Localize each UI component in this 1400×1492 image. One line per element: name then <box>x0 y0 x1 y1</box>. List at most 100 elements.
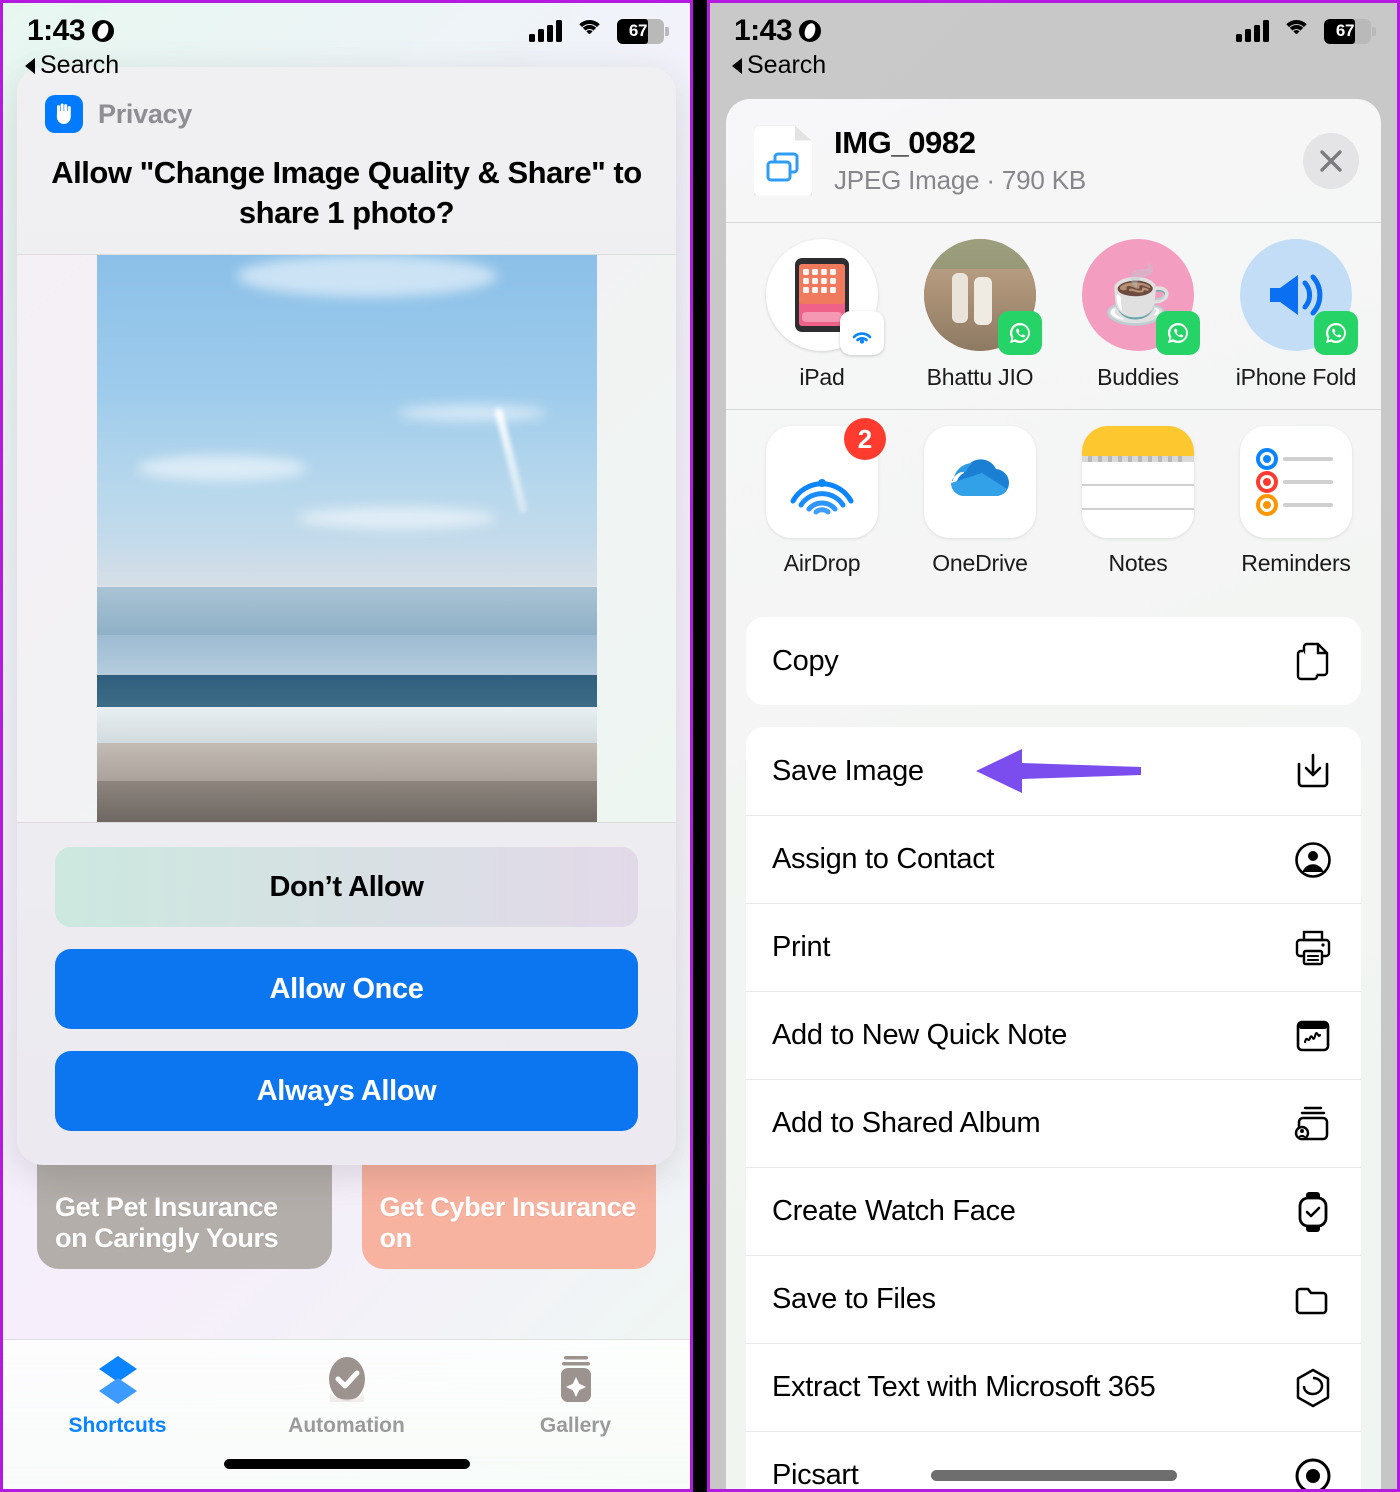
action-picsart[interactable]: Picsart <box>746 1431 1361 1492</box>
shortcuts-icon <box>98 1356 137 1404</box>
contact-circle-icon <box>1291 838 1335 882</box>
action-save-to-files[interactable]: Save to Files <box>746 1255 1361 1343</box>
share-app-notes[interactable]: Notes <box>1076 426 1200 577</box>
action-add-to-shared-album[interactable]: Add to Shared Album <box>746 1079 1361 1167</box>
action-save-image[interactable]: Save Image <box>746 727 1361 815</box>
cellular-signal-icon <box>1236 20 1269 42</box>
clock: 1:43 <box>734 14 793 47</box>
tab-label: Gallery <box>539 1414 612 1437</box>
save-image-icon <box>1291 749 1335 793</box>
avatar <box>766 239 884 355</box>
share-target-buddies[interactable]: ☕ Buddies <box>1076 239 1200 391</box>
battery-percent: 67 <box>1335 21 1355 40</box>
printer-icon <box>1291 926 1335 970</box>
avatar: ☕ <box>1082 239 1200 355</box>
watch-icon <box>1291 1190 1335 1234</box>
privacy-photo-preview <box>17 254 676 824</box>
back-triangle-icon <box>25 57 35 74</box>
avatar <box>924 239 1042 355</box>
left-phone-panel: Insurance on Caringly Yours App Insuranc… <box>0 0 693 1492</box>
battery-icon: 67 <box>1324 18 1376 44</box>
file-meta: IMG_0982 JPEG Image · 790 KB <box>834 125 1281 196</box>
share-target-label: iPhone Fold <box>1235 364 1357 390</box>
action-assign-to-contact[interactable]: Assign to Contact <box>746 815 1361 903</box>
always-allow-button[interactable]: Always Allow <box>55 1051 638 1132</box>
back-to-search-link[interactable]: Search <box>732 51 826 80</box>
image-file-icon <box>754 125 812 196</box>
action-label: Save Image <box>772 754 924 787</box>
share-target-label: Buddies <box>1097 364 1179 390</box>
status-right: 67 <box>529 18 669 44</box>
share-app-label: Notes <box>1108 550 1168 577</box>
close-button[interactable] <box>1303 132 1359 189</box>
file-subtitle: JPEG Image · 790 KB <box>834 165 1086 195</box>
status-left: 1:43 <box>734 14 822 48</box>
automation-icon <box>328 1357 365 1402</box>
action-label: Assign to Contact <box>772 843 995 876</box>
copy-icon <box>1291 639 1335 683</box>
picsart-icon <box>1291 1454 1335 1489</box>
tab-label: Automation <box>288 1414 405 1437</box>
photos-glyph-icon <box>766 152 799 181</box>
file-name: IMG_0982 <box>834 125 976 160</box>
sheet-scroll-indicator[interactable] <box>930 1470 1177 1481</box>
share-target-iphone-fold[interactable]: iPhone Fold <box>1234 239 1358 391</box>
screenshot-stage: Insurance on Caringly Yours App Insuranc… <box>0 0 1400 1492</box>
gallery-icon <box>560 1356 591 1402</box>
home-indicator <box>223 1459 470 1469</box>
microsoft365-icon <box>1291 1366 1335 1410</box>
share-people-row[interactable]: iPad Bhattu JIO ☕ Buddies iPhone Fold <box>726 223 1381 409</box>
action-print[interactable]: Print <box>746 903 1361 991</box>
action-extract-text-microsoft-365[interactable]: Extract Text with Microsoft 365 <box>746 1343 1361 1431</box>
share-app-airdrop[interactable]: 2 AirDrop <box>760 418 886 577</box>
quick-note-icon <box>1291 1014 1335 1058</box>
back-triangle-icon <box>732 57 742 74</box>
tab-automation[interactable]: Automation <box>232 1354 461 1438</box>
tab-shortcuts[interactable]: Shortcuts <box>3 1354 232 1438</box>
action-copy[interactable]: Copy <box>746 617 1361 705</box>
folder-icon <box>1291 1278 1335 1322</box>
allow-once-button[interactable]: Allow Once <box>55 949 638 1030</box>
privacy-app-label: Privacy <box>98 98 192 129</box>
wifi-icon <box>1282 20 1311 42</box>
action-create-watch-face[interactable]: Create Watch Face <box>746 1167 1361 1255</box>
action-label: Print <box>772 931 831 964</box>
airdrop-badge-icon <box>840 311 884 355</box>
battery-percent: 67 <box>628 21 648 40</box>
share-target-ipad[interactable]: iPad <box>760 239 884 391</box>
action-group-copy: Copy <box>746 617 1361 706</box>
back-label: Search <box>747 51 827 79</box>
reminders-icon <box>1240 426 1352 539</box>
share-target-bhattu-jio[interactable]: Bhattu JIO <box>918 239 1042 391</box>
back-to-search-link[interactable]: Search <box>25 51 119 80</box>
airdrop-badge-count: 2 <box>844 418 886 461</box>
share-apps-row[interactable]: 2 AirDrop OneDrive Notes Reminders <box>726 410 1381 595</box>
share-target-label: Bhattu JIO <box>926 364 1034 390</box>
action-label: Extract Text with Microsoft 365 <box>772 1371 1156 1404</box>
status-left: 1:43 <box>27 14 115 48</box>
share-app-reminders[interactable]: Reminders <box>1234 426 1358 577</box>
back-label: Search <box>40 51 120 79</box>
action-label: Picsart <box>772 1459 859 1492</box>
share-app-onedrive[interactable]: OneDrive <box>918 426 1042 577</box>
bottom-tab-bar: Shortcuts Automation Gallery <box>3 1339 690 1489</box>
action-label: Save to Files <box>772 1283 936 1316</box>
wifi-icon <box>575 20 604 42</box>
share-sheet: IMG_0982 JPEG Image · 790 KB iPad Bhattu… <box>726 99 1381 1492</box>
location-arrow-icon <box>92 20 115 42</box>
privacy-permission-sheet: Privacy Allow "Change Image Quality & Sh… <box>17 67 676 1166</box>
share-sheet-header: IMG_0982 JPEG Image · 790 KB <box>726 99 1381 222</box>
tab-label: Shortcuts <box>68 1414 167 1437</box>
status-right: 67 <box>1236 18 1376 44</box>
action-label: Create Watch Face <box>772 1195 1016 1228</box>
shared-album-icon <box>1291 1102 1335 1146</box>
dont-allow-button[interactable]: Don’t Allow <box>55 847 638 928</box>
privacy-hand-icon <box>45 95 83 133</box>
action-add-to-new-quick-note[interactable]: Add to New Quick Note <box>746 991 1361 1079</box>
tab-gallery[interactable]: Gallery <box>461 1354 690 1438</box>
share-app-label: Reminders <box>1241 550 1351 577</box>
share-app-label: OneDrive <box>932 550 1028 577</box>
action-group-main: Save Image Assign to Contact Print Add t… <box>746 727 1361 1492</box>
beach-photo <box>96 255 597 823</box>
clock: 1:43 <box>27 14 86 47</box>
